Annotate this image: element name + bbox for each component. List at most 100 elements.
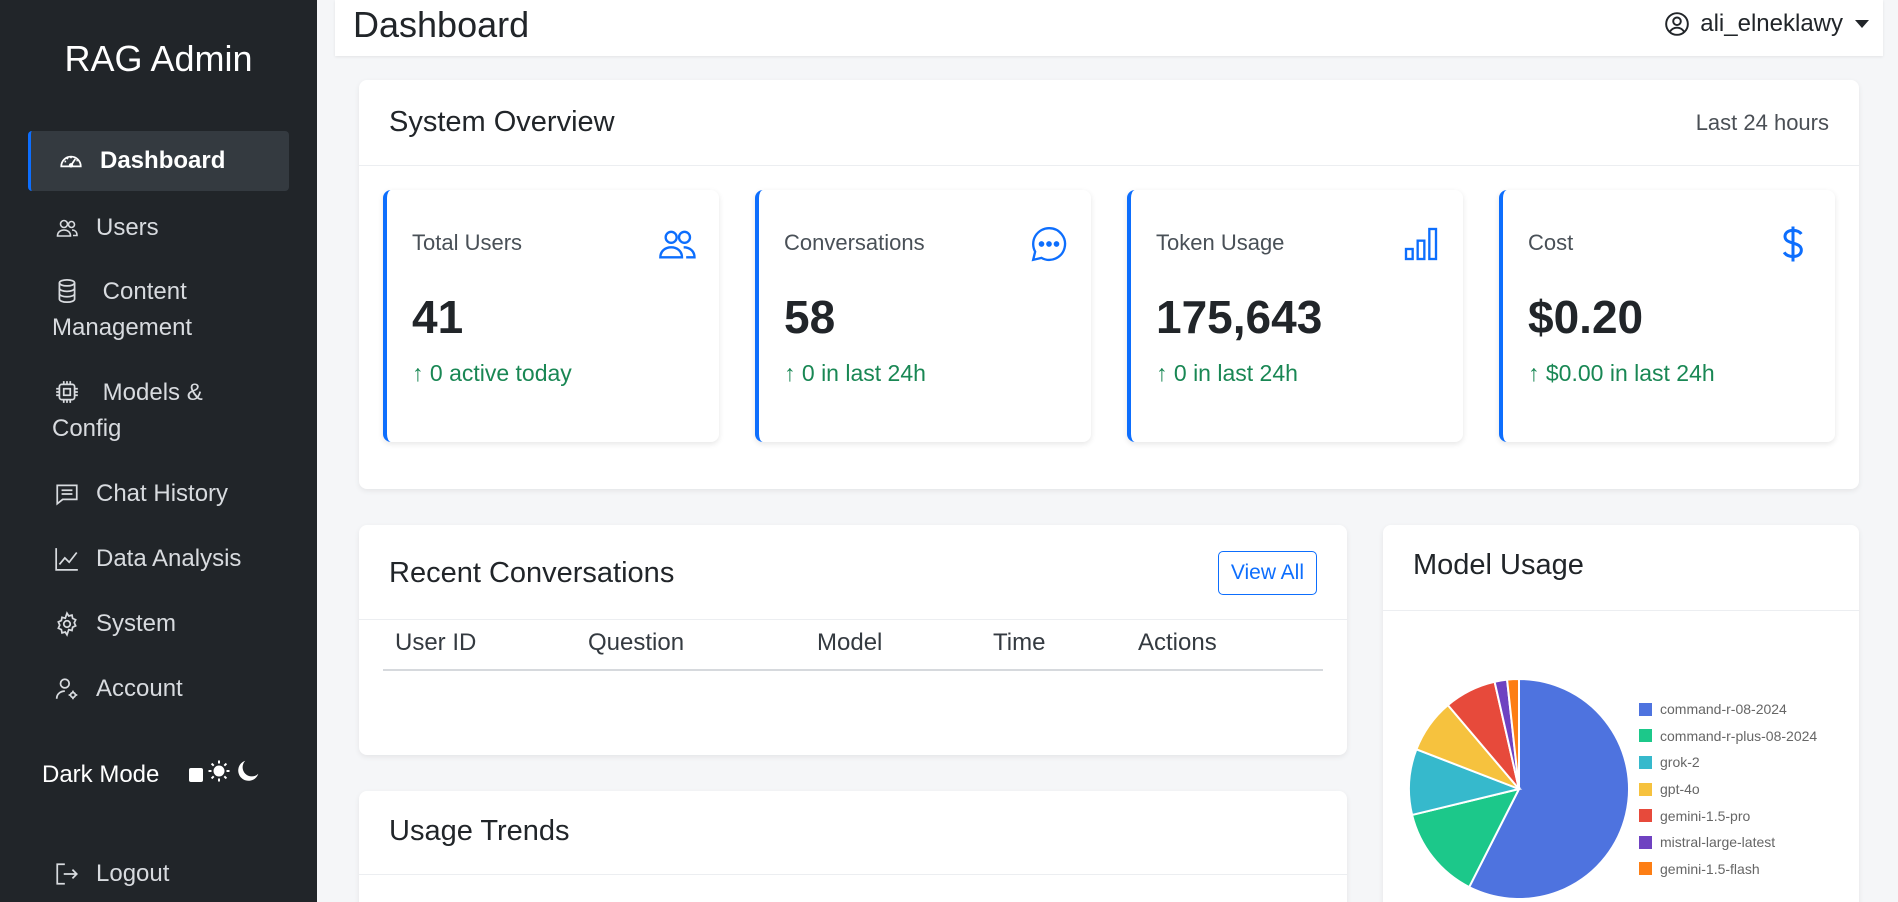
column-header-model[interactable]: Model — [817, 629, 882, 657]
sidebar: RAG Admin Dashboard Users Content Manage… — [0, 0, 317, 902]
sidebar-item-label: Data Analysis — [96, 545, 242, 572]
sidebar-item-label: Chat History — [96, 480, 229, 507]
legend-item[interactable]: mistral-large-latest — [1639, 829, 1817, 856]
chat-dots-icon — [1029, 224, 1069, 264]
stat-card-conversations: Conversations 58 ↑ 0 in last 24h — [755, 190, 1091, 442]
model-usage-card: Model Usage command-r-08-2024 command-r-p… — [1383, 525, 1859, 902]
legend-item[interactable]: command-r-08-2024 — [1639, 696, 1817, 723]
legend-swatch — [1639, 835, 1652, 849]
user-menu-dropdown[interactable]: ali_elneklawy — [1664, 10, 1869, 38]
logout-icon — [52, 859, 82, 889]
bar-chart-icon — [1401, 224, 1441, 264]
sidebar-item-chat-history[interactable]: Chat History — [28, 476, 289, 512]
gear-icon — [52, 609, 82, 639]
column-header-user-id[interactable]: User ID — [395, 629, 476, 657]
arrow-up-icon: ↑ — [412, 360, 430, 386]
arrow-up-icon: ↑ — [1528, 360, 1546, 386]
stat-label: Total Users — [412, 230, 523, 255]
database-icon — [52, 276, 82, 306]
stat-delta-text: 0 in last 24h — [801, 360, 926, 386]
view-all-button[interactable]: View All — [1217, 551, 1317, 595]
moon-icon — [235, 758, 261, 791]
cpu-icon — [52, 377, 82, 407]
pie-legend: command-r-08-2024 command-r-plus-08-2024 g… — [1639, 696, 1817, 882]
legend-label: command-r-08-2024 — [1660, 701, 1787, 718]
time-range-label: Last 24 hours — [1695, 110, 1829, 135]
stat-value: 58 — [784, 291, 836, 343]
column-header-question[interactable]: Question — [588, 629, 684, 657]
legend-item[interactable]: gemini-1.5-pro — [1639, 802, 1817, 829]
system-overview-card: System Overview Last 24 hours Total User… — [359, 80, 1859, 489]
card-header: Usage Trends — [359, 791, 1347, 875]
stat-delta-text: 0 active today — [429, 360, 572, 386]
column-header-actions[interactable]: Actions — [1138, 629, 1217, 657]
stat-delta-text: $0.00 in last 24h — [1545, 360, 1715, 386]
legend-label: gemini-1.5-flash — [1660, 860, 1760, 877]
dark-mode-toggle[interactable] — [189, 758, 261, 791]
legend-item[interactable]: gpt-4o — [1639, 776, 1817, 803]
sidebar-item-label: Account — [96, 675, 183, 702]
chevron-down-icon — [1855, 20, 1869, 28]
sidebar-item-dashboard[interactable]: Dashboard — [28, 131, 289, 191]
card-header: Recent Conversations View All — [359, 525, 1347, 620]
card-title: Recent Conversations — [389, 557, 675, 589]
card-title: System Overview — [389, 106, 615, 138]
dark-mode-label: Dark Mode — [42, 760, 160, 788]
legend-item[interactable]: gemini-1.5-flash — [1639, 856, 1817, 883]
logout-label: Logout — [96, 860, 170, 887]
sidebar-item-label: System — [96, 610, 177, 637]
sidebar-item-label: Users — [96, 214, 159, 241]
brand-title: RAG Admin — [64, 38, 253, 79]
legend-label: gpt-4o — [1660, 781, 1700, 798]
stat-delta: ↑ $0.00 in last 24h — [1528, 360, 1715, 387]
stat-value: 41 — [412, 291, 464, 343]
model-usage-pie-chart — [1408, 677, 1631, 900]
username: ali_elneklawy — [1700, 10, 1843, 37]
stat-label: Conversations — [784, 230, 925, 255]
stat-label: Token Usage — [1156, 230, 1285, 255]
stat-delta-text: 0 in last 24h — [1173, 360, 1298, 386]
legend-label: mistral-large-latest — [1660, 834, 1776, 851]
chat-icon — [52, 479, 82, 509]
sidebar-item-label: Dashboard — [100, 147, 226, 174]
legend-swatch — [1639, 782, 1652, 796]
speedometer-icon — [56, 146, 86, 176]
sidebar-item-content-management[interactable]: Content Management — [28, 274, 268, 346]
legend-label: command-r-plus-08-2024 — [1660, 727, 1818, 744]
stat-value: 175,643 — [1156, 291, 1323, 343]
stat-card-token-usage: Token Usage 175,643 ↑ 0 in last 24h — [1127, 190, 1463, 442]
sidebar-item-users[interactable]: Users — [28, 210, 289, 246]
legend-swatch — [1639, 729, 1652, 743]
recent-conversations-card: Recent Conversations View All User ID Qu… — [359, 525, 1347, 755]
stat-card-cost: Cost $0.20 ↑ $0.00 in last 24h — [1499, 190, 1835, 442]
card-header: System Overview Last 24 hours — [359, 80, 1859, 166]
usage-trends-card: Usage Trends — [359, 791, 1347, 902]
stat-value: $0.20 — [1528, 291, 1644, 343]
legend-label: gemini-1.5-pro — [1660, 807, 1751, 824]
people-icon — [657, 224, 697, 264]
card-title: Usage Trends — [389, 815, 570, 847]
dark-mode-toggle-row: Dark Mode — [42, 758, 282, 791]
dark-mode-checkbox[interactable] — [189, 767, 204, 782]
top-header: Dashboard ali_elneklawy — [335, 0, 1883, 56]
legend-item[interactable]: command-r-plus-08-2024 — [1639, 723, 1817, 750]
arrow-up-icon: ↑ — [1156, 360, 1174, 386]
arrow-up-icon: ↑ — [784, 360, 802, 386]
dollar-icon — [1773, 224, 1813, 264]
sidebar-item-system[interactable]: System — [28, 606, 289, 642]
sun-icon — [207, 759, 231, 790]
logout-button[interactable]: Logout — [28, 856, 289, 892]
card-header: Model Usage — [1383, 525, 1859, 611]
column-header-time[interactable]: Time — [993, 629, 1045, 657]
table-header: User ID Question Model Time Actions — [383, 629, 1323, 671]
legend-swatch — [1639, 755, 1652, 769]
sidebar-item-account[interactable]: Account — [28, 671, 289, 707]
sidebar-item-data-analysis[interactable]: Data Analysis — [28, 541, 289, 577]
page-title: Dashboard — [353, 4, 530, 45]
line-chart-icon — [52, 544, 82, 574]
stat-delta: ↑ 0 active today — [412, 360, 572, 387]
users-icon — [52, 213, 82, 243]
legend-item[interactable]: grok-2 — [1639, 749, 1817, 776]
sidebar-item-models-config[interactable]: Models & Config — [28, 375, 268, 447]
stat-delta: ↑ 0 in last 24h — [784, 360, 926, 387]
